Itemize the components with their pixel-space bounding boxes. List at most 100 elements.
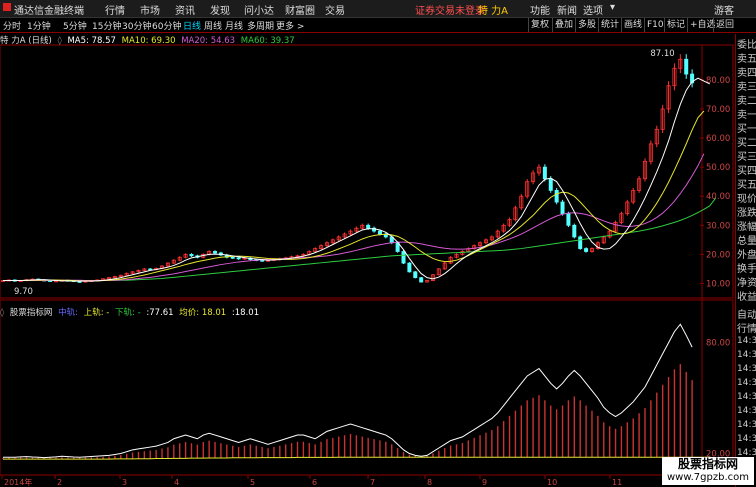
dropdown-arrow-icon[interactable]: ▾ <box>610 2 615 13</box>
tab-period-more[interactable]: 更多 > <box>276 19 304 32</box>
menu-trade[interactable]: 交易 <box>325 2 345 17</box>
tab-period-30min[interactable]: 30分钟 <box>122 19 151 32</box>
sidebar-item[interactable]: 卖五 <box>737 50 756 65</box>
tab-period-multi[interactable]: 多周期 <box>247 19 274 32</box>
sidebar-item[interactable]: 卖四 <box>737 64 756 79</box>
sidebar-item[interactable]: 现价 <box>737 190 756 205</box>
menu-bar: 通达信金融终端 行情 市场 资讯 发现 问小达 财富圈 交易 证券交易未登录 特… <box>0 0 756 18</box>
indicator-panel-frame <box>0 299 734 476</box>
indicator-name: 股票指标网 <box>9 308 53 318</box>
button-f10[interactable]: F10 <box>644 18 666 32</box>
button-overlay[interactable]: 叠加 <box>552 18 575 32</box>
menu-quotes[interactable]: 行情 <box>105 2 125 17</box>
time-axis-label: 4 <box>174 478 179 487</box>
settings-icon[interactable]: ◊ <box>58 36 62 46</box>
candle-body <box>578 236 583 249</box>
time-axis-label: 8 <box>427 478 432 487</box>
menu-news-right[interactable]: 新闻 <box>557 2 577 17</box>
menu-ask[interactable]: 问小达 <box>244 2 274 17</box>
tab-period-daily[interactable]: 日线 <box>183 19 201 32</box>
tab-period-60min[interactable]: 60分钟 <box>152 19 181 32</box>
tick-time: 14:35 <box>737 364 756 374</box>
main-panel-frame <box>0 44 734 299</box>
period-toolbar: 分时 1分钟 5分钟 15分钟 30分钟 60分钟 日线 周线 月线 多周期 更… <box>0 18 756 33</box>
sidebar-item[interactable]: 外盘 <box>737 246 756 261</box>
button-back[interactable]: 返回 <box>713 18 736 32</box>
indicator-mid-label: 中轨: <box>58 308 78 318</box>
sidebar-item[interactable]: 买三 <box>737 148 756 163</box>
menu-options[interactable]: 选项 <box>583 2 603 17</box>
tick-time: 14:35 <box>737 378 756 388</box>
candle-body <box>189 253 194 257</box>
ma20-line <box>3 153 705 282</box>
sidebar-item[interactable]: 自动 <box>737 306 756 321</box>
sidebar-item[interactable]: 买四 <box>737 162 756 177</box>
price-axis-label: 80.00 <box>706 76 730 86</box>
sidebar-item[interactable]: 行情 <box>737 320 756 335</box>
tab-period-monthly[interactable]: 月线 <box>225 19 243 32</box>
candle-body <box>542 166 547 180</box>
candle-body <box>213 251 218 254</box>
tick-time: 14:35 <box>737 420 756 430</box>
sidebar-item[interactable]: 涨幅 <box>737 218 756 233</box>
ma5-label: MA5: 78.57 <box>67 36 116 46</box>
indicator-avg-label: 均价: 18.01 <box>179 308 227 318</box>
sidebar-item[interactable]: 买二 <box>737 134 756 149</box>
ma10-label: MA10: 69.30 <box>121 36 176 46</box>
indicator-settings-icon[interactable]: ◊ <box>0 308 4 318</box>
price-axis-label: 30.00 <box>706 221 730 231</box>
login-notice[interactable]: 证券交易未登录 <box>415 2 485 17</box>
watermark-url: www.7gpzb.com <box>667 472 749 483</box>
button-multi-stock[interactable]: 多股 <box>575 18 598 32</box>
menu-market[interactable]: 市场 <box>140 2 160 17</box>
time-axis-label: 2 <box>57 478 62 487</box>
candle-body <box>419 277 424 283</box>
time-axis-label: 2014年 <box>4 477 32 487</box>
tick-time: 14:35 <box>737 434 756 444</box>
app-name: 通达信金融终端 <box>14 6 84 17</box>
candle-body <box>377 230 382 235</box>
chart-canvas[interactable]: 80.00 70.00 60.00 50.00 40.00 30.00 20.00 10.00… <box>0 0 735 487</box>
sidebar-item[interactable]: 买一 <box>737 120 756 135</box>
sidebar-item[interactable]: 买五 <box>737 176 756 191</box>
menu-wealth[interactable]: 财富圈 <box>285 2 315 17</box>
button-statistics[interactable]: 统计 <box>598 18 621 32</box>
sidebar-item[interactable]: 卖一 <box>737 106 756 121</box>
tab-period-weekly[interactable]: 周线 <box>204 19 222 32</box>
button-draw-line[interactable]: 画线 <box>621 18 644 32</box>
button-adjust[interactable]: 复权 <box>528 18 551 32</box>
candle-body <box>366 224 371 229</box>
candle-body <box>407 262 412 273</box>
tab-period-intraday[interactable]: 分时 <box>3 19 21 32</box>
sidebar-item[interactable]: 涨跌 <box>737 204 756 219</box>
sidebar-item[interactable]: 总量 <box>737 232 756 247</box>
candle-body <box>401 251 406 264</box>
button-mark[interactable]: 标记 <box>664 18 687 32</box>
sidebar-item[interactable]: 收益 <box>737 288 756 303</box>
menu-discover[interactable]: 发现 <box>210 2 230 17</box>
watermark-title: 股票指标网 <box>677 457 738 471</box>
sidebar-item[interactable]: 卖三 <box>737 78 756 93</box>
tab-period-1min[interactable]: 1分钟 <box>27 19 51 32</box>
time-axis-label: 3 <box>122 478 127 487</box>
indicator-lower-label: 下轨: - <box>115 308 141 318</box>
ma60-label: MA60: 39.37 <box>240 36 295 46</box>
tick-time: 14:35 <box>737 406 756 416</box>
sidebar-item[interactable]: 换手 <box>737 260 756 275</box>
sidebar-item[interactable]: 卖二 <box>737 92 756 107</box>
guest-user[interactable]: 游客 <box>714 2 734 17</box>
candle-body <box>260 259 265 262</box>
ma10-line <box>3 110 705 282</box>
tab-period-5min[interactable]: 5分钟 <box>63 19 87 32</box>
indicator-axis-label: 80.00 <box>706 339 730 349</box>
indicator-value-2: :18.01 <box>231 308 260 318</box>
tab-period-15min[interactable]: 15分钟 <box>92 19 121 32</box>
menu-news[interactable]: 资讯 <box>175 2 195 17</box>
sidebar-item[interactable]: 净资 <box>737 274 756 289</box>
menu-function[interactable]: 功能 <box>530 2 550 17</box>
sidebar-item[interactable]: 委比 <box>737 36 756 51</box>
time-axis-label: 11 <box>612 478 622 487</box>
app-logo-icon <box>3 2 11 13</box>
ma-info-bar: 特 力A (日线) ◊ MA5: 78.57 MA10: 69.30 MA20:… <box>0 34 735 46</box>
time-axis-label: 5 <box>250 478 255 487</box>
